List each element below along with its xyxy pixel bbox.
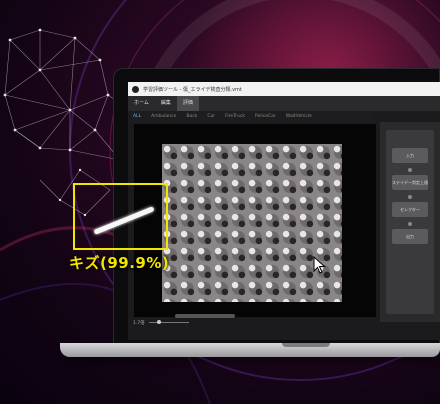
tab-back[interactable]: Back (181, 114, 202, 119)
horizontal-scrollbar[interactable] (175, 314, 235, 318)
menu-home[interactable]: ホーム (128, 96, 155, 111)
tab-all[interactable]: ALL (128, 114, 146, 119)
tab-waitvehicle[interactable]: WaitVehicle (281, 114, 317, 119)
tab-firetruck[interactable]: FireTruck (220, 114, 250, 119)
right-dock: 入力 ステイデー判定上値 セレクター 出力 (380, 122, 440, 322)
window-title: 学習評価ツール - 傷_エライデ検査分類.vmt (143, 86, 242, 93)
tab-ambulance[interactable]: Ambulance (146, 114, 181, 119)
tab-policecar[interactable]: PoliceCar (250, 114, 281, 119)
status-bar: 1.7倍 (128, 317, 376, 328)
inspection-image (162, 144, 342, 302)
input-button[interactable]: 入力 (392, 148, 428, 163)
detection-label: キズ(99.9%) (69, 254, 170, 272)
app-icon (132, 85, 139, 93)
image-viewer[interactable] (134, 124, 376, 317)
selector-button[interactable]: セレクター (392, 202, 428, 217)
menu-edit[interactable]: 編集 (155, 96, 177, 111)
pipeline-panel: 入力 ステイデー判定上値 セレクター 出力 (386, 130, 434, 314)
zoom-slider[interactable] (148, 320, 189, 324)
menu-bar: ホーム 編集 評価 (128, 96, 440, 111)
title-bar: 学習評価ツール - 傷_エライデ検査分類.vmt (128, 82, 440, 96)
connector-dot (408, 222, 412, 226)
tab-car[interactable]: Car (202, 114, 220, 119)
zoom-slider-handle[interactable] (156, 320, 161, 324)
detection-box[interactable] (73, 183, 168, 250)
threshold-button[interactable]: ステイデー判定上値 (392, 175, 428, 190)
mouse-cursor-icon (313, 256, 326, 274)
output-button[interactable]: 出力 (392, 229, 428, 244)
zoom-level: 1.7倍 (133, 320, 145, 326)
class-tab-bar: ALL Ambulance Back Car FireTruck PoliceC… (128, 111, 373, 122)
laptop-base (60, 343, 440, 357)
menu-evaluate[interactable]: 評価 (176, 96, 199, 111)
connector-dot (408, 168, 412, 172)
connector-dot (408, 195, 412, 199)
app-window: 学習評価ツール - 傷_エライデ検査分類.vmt ホーム 編集 評価 ALL A… (128, 82, 440, 340)
laptop-notch (282, 343, 330, 347)
